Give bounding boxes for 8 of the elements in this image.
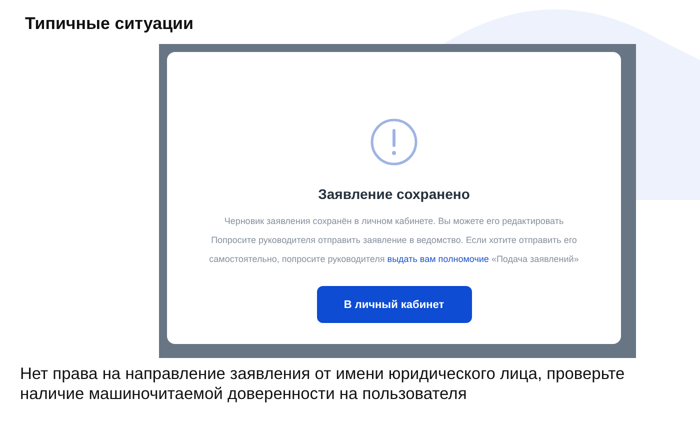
dialog-note: Попросите руководителя отправить заявление в ведомство. Если хотите отправить его самостоятельно, попросите руководителя выдать вам полномочие «Подача заявлений» — [208, 234, 580, 266]
permission-link[interactable]: выдать вам полномочие — [387, 254, 489, 264]
dialog-title: Заявление сохранено — [318, 186, 470, 202]
dialog-message: Черновик заявления сохранён в личном кабинете. Вы можете его редактировать — [224, 215, 564, 228]
account-button[interactable]: В личный кабинет — [316, 286, 472, 323]
slide-title: Типичные ситуации — [25, 14, 194, 34]
slide-caption: Нет права на направление заявления от имени юридического лица, проверьте наличие машиночитаемой доверенности на пользователя — [20, 364, 626, 404]
warning-icon — [370, 118, 418, 166]
